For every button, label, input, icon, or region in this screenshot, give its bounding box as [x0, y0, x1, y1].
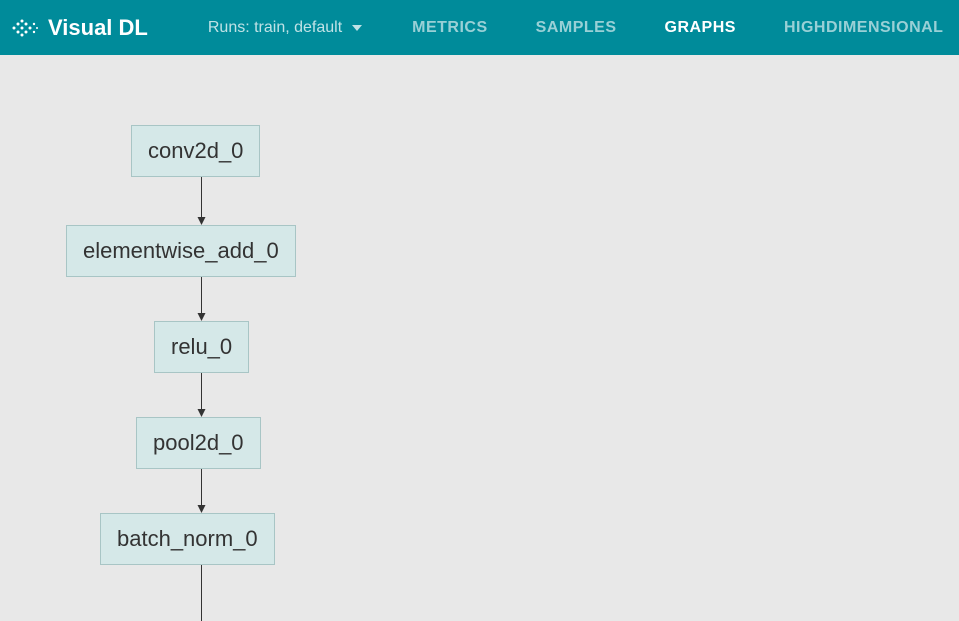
graph-area[interactable]: conv2d_0 elementwise_add_0 relu_0 pool2d_0b…: [0, 55, 959, 574]
graph-node-pool2d_0[interactable]: pool2d_0: [136, 417, 261, 469]
nav-metrics[interactable]: METRICS: [412, 19, 488, 37]
nav: METRICS SAMPLES GRAPHS HIGHDIMENSIONAL: [412, 19, 943, 37]
header: Visual DL Runs: train, default METRICS S…: [0, 0, 959, 55]
arrowhead-icon: [198, 505, 206, 513]
graph-edge: [201, 469, 202, 505]
graph-node-relu_0[interactable]: relu_0: [154, 321, 249, 373]
nav-highdimensional[interactable]: HIGHDIMENSIONAL: [784, 19, 944, 37]
graph-edge: [201, 565, 202, 621]
runs-label: Runs: train, default: [208, 19, 342, 37]
runs-selector[interactable]: Runs: train, default: [208, 19, 362, 37]
arrowhead-icon: [198, 409, 206, 417]
nav-samples[interactable]: SAMPLES: [536, 19, 617, 37]
graph-edge: [201, 177, 202, 217]
graph-node-elementwise_add_0[interactable]: elementwise_add_0: [66, 225, 296, 277]
logo-icon: [10, 13, 40, 43]
chevron-down-icon: [352, 25, 362, 31]
nav-graphs[interactable]: GRAPHS: [665, 19, 736, 37]
graph-node-conv2d_0[interactable]: conv2d_0: [131, 125, 260, 177]
graph-edge: [201, 373, 202, 409]
graph-edge: [201, 277, 202, 313]
arrowhead-icon: [198, 217, 206, 225]
logo-text: Visual DL: [48, 15, 148, 41]
logo[interactable]: Visual DL: [10, 13, 148, 43]
arrowhead-icon: [198, 313, 206, 321]
graph-node-batch_norm_0[interactable]: batch_norm_0: [100, 513, 275, 565]
